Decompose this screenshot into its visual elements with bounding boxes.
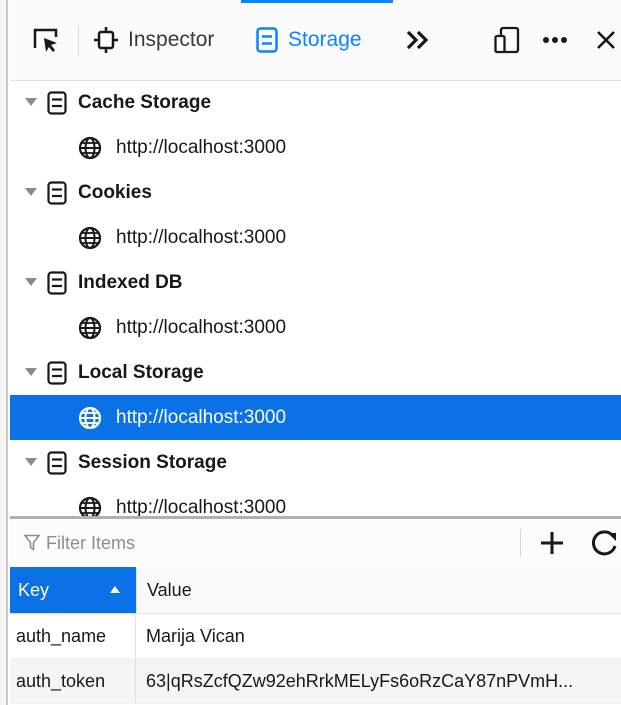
- database-icon: [47, 91, 67, 115]
- tab-inspector[interactable]: Inspector: [94, 0, 214, 80]
- expand-triangle-icon[interactable]: [25, 98, 37, 106]
- storage-table: Key Value auth_name Marija Vican auth_to…: [10, 567, 621, 704]
- more-tools-button[interactable]: [405, 0, 431, 80]
- toolbar-separator: [520, 529, 521, 557]
- cell-value[interactable]: Marija Vican: [136, 614, 621, 658]
- globe-icon: [78, 406, 102, 430]
- cell-key[interactable]: auth_name: [10, 614, 136, 658]
- storage-icon: [256, 27, 278, 53]
- tree-item-label: http://localhost:3000: [116, 316, 287, 338]
- table-row[interactable]: auth_name Marija Vican: [10, 614, 621, 659]
- sort-ascending-icon: [110, 586, 120, 593]
- tree-category-cookies[interactable]: Cookies: [10, 170, 621, 215]
- tree-item-local-storage-host[interactable]: http://localhost:3000: [10, 395, 621, 440]
- tree-item-indexed-db-host[interactable]: http://localhost:3000: [10, 305, 621, 350]
- close-icon: [597, 31, 615, 49]
- tree-category-label: Session Storage: [78, 451, 227, 473]
- database-icon: [47, 181, 67, 205]
- database-icon: [47, 271, 67, 295]
- tree-item-label: http://localhost:3000: [116, 136, 287, 158]
- inspector-icon: [94, 27, 118, 53]
- panel-left-edge: [0, 0, 8, 705]
- column-header-key[interactable]: Key: [10, 567, 136, 613]
- column-header-label: Value: [147, 579, 192, 600]
- database-icon: [47, 451, 67, 475]
- cell-value[interactable]: 63|qRsZcfQZw92ehRrkMELyFs6oRzCaY87nPVmH.…: [136, 659, 621, 703]
- devtools-toolbar: Inspector Storage: [10, 0, 621, 81]
- element-picker-icon: [33, 28, 58, 52]
- tree-category-label: Indexed DB: [78, 271, 183, 293]
- globe-icon: [78, 226, 102, 250]
- tree-category-label: Cookies: [78, 181, 152, 203]
- tree-category-label: Cache Storage: [78, 91, 212, 113]
- plus-icon: [541, 532, 563, 554]
- responsive-design-button[interactable]: [494, 0, 520, 80]
- column-header-value[interactable]: Value: [136, 567, 621, 613]
- tree-category-session-storage[interactable]: Session Storage: [10, 440, 621, 485]
- refresh-icon: [591, 530, 617, 556]
- globe-icon: [78, 316, 102, 340]
- double-chevron-right-icon: [406, 30, 429, 50]
- refresh-button[interactable]: [586, 525, 621, 561]
- element-picker-button[interactable]: [32, 0, 60, 80]
- expand-triangle-icon[interactable]: [25, 368, 37, 376]
- tab-storage[interactable]: Storage: [256, 0, 362, 80]
- database-icon: [47, 361, 67, 385]
- tree-item-label: http://localhost:3000: [116, 226, 287, 248]
- expand-triangle-icon[interactable]: [25, 458, 37, 466]
- tree-category-cache-storage[interactable]: Cache Storage: [10, 80, 621, 125]
- device-icon: [494, 26, 520, 54]
- close-button[interactable]: [595, 0, 617, 80]
- storage-tree: Cache Storage http://localhost:3000 Cook…: [10, 80, 621, 530]
- filter-items-input[interactable]: [46, 528, 516, 558]
- add-item-button[interactable]: [534, 525, 570, 561]
- expand-triangle-icon[interactable]: [25, 278, 37, 286]
- tree-item-cookies-host[interactable]: http://localhost:3000: [10, 215, 621, 260]
- options-menu-button[interactable]: [542, 0, 568, 80]
- tree-item-label: http://localhost:3000: [116, 406, 287, 428]
- filter-toolbar: [10, 519, 621, 568]
- cell-key[interactable]: auth_token: [10, 659, 136, 703]
- tab-storage-label: Storage: [288, 28, 362, 51]
- tree-category-local-storage[interactable]: Local Storage: [10, 350, 621, 395]
- ellipsis-icon: [543, 37, 567, 43]
- tree-category-indexed-db[interactable]: Indexed DB: [10, 260, 621, 305]
- tree-category-label: Local Storage: [78, 361, 204, 383]
- table-header: Key Value: [10, 567, 621, 614]
- tab-inspector-label: Inspector: [128, 28, 215, 51]
- table-row[interactable]: auth_token 63|qRsZcfQZw92ehRrkMELyFs6oRz…: [10, 659, 621, 704]
- tree-item-cache-storage-host[interactable]: http://localhost:3000: [10, 125, 621, 170]
- globe-icon: [78, 136, 102, 160]
- column-header-label: Key: [18, 579, 50, 600]
- filter-icon: [24, 534, 40, 551]
- toolbar-separator: [78, 26, 79, 56]
- expand-triangle-icon[interactable]: [25, 188, 37, 196]
